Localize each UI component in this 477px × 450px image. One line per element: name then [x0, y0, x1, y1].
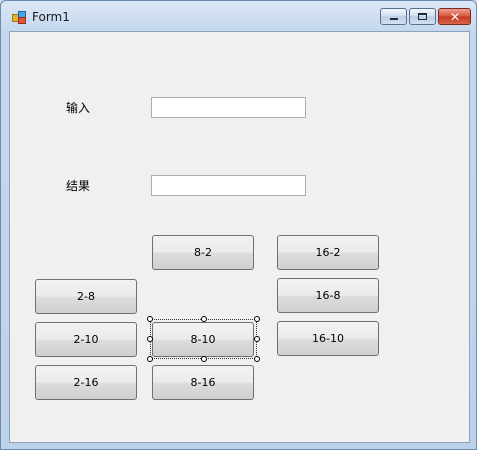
resize-handle-bottom-left[interactable]: [147, 356, 153, 362]
resize-handle-top-left[interactable]: [147, 316, 153, 322]
convert-16-2-button[interactable]: 16-2: [277, 235, 379, 270]
window-controls: ✕: [380, 8, 471, 27]
minimize-icon: [390, 18, 398, 20]
app-icon[interactable]: [12, 11, 26, 24]
form1-window: Form1 ✕ 输入 结果 8-2 16-2 2-8 16-8 2-10 8-1…: [0, 0, 477, 450]
resize-handle-bottom-right[interactable]: [254, 356, 260, 362]
minimize-button[interactable]: [380, 8, 407, 25]
title-bar[interactable]: Form1 ✕: [1, 1, 476, 33]
convert-16-8-button[interactable]: 16-8: [277, 278, 379, 313]
maximize-button[interactable]: [409, 8, 436, 25]
maximize-icon: [418, 13, 427, 20]
resize-handle-top-right[interactable]: [254, 316, 260, 322]
result-field[interactable]: [151, 175, 306, 196]
input-label: 输入: [66, 101, 91, 115]
resize-handle-right[interactable]: [254, 336, 260, 342]
convert-16-10-button[interactable]: 16-10: [277, 321, 379, 356]
close-icon: ✕: [450, 10, 461, 24]
input-field[interactable]: [151, 97, 306, 118]
convert-2-10-button[interactable]: 2-10: [35, 322, 137, 357]
convert-8-10-button[interactable]: 8-10: [152, 322, 254, 357]
convert-8-16-button[interactable]: 8-16: [152, 365, 254, 400]
convert-8-2-button[interactable]: 8-2: [152, 235, 254, 270]
convert-2-8-button[interactable]: 2-8: [35, 279, 137, 314]
close-button[interactable]: ✕: [438, 8, 471, 25]
form-client-area: 输入 结果 8-2 16-2 2-8 16-8 2-10 8-10 16-10 …: [9, 31, 470, 443]
convert-2-16-button[interactable]: 2-16: [35, 365, 137, 400]
result-label: 结果: [66, 179, 91, 193]
window-title: Form1: [32, 10, 70, 24]
